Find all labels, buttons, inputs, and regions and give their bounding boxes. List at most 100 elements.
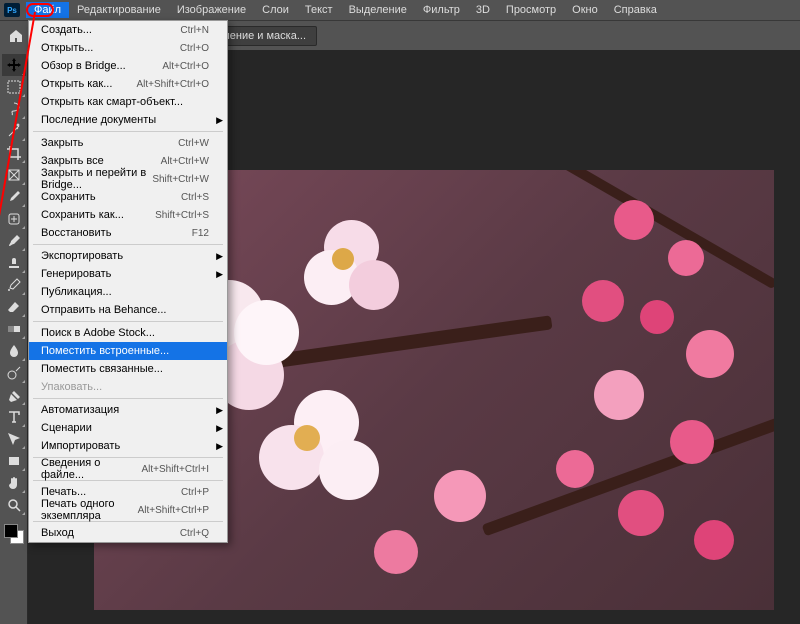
menu-окно[interactable]: Окно xyxy=(564,2,606,18)
menu-item[interactable]: Закрыть Ctrl+W xyxy=(29,134,227,152)
lasso-tool-icon[interactable] xyxy=(2,98,26,120)
menu-item-label: Генерировать xyxy=(41,268,111,280)
zoom-tool-icon[interactable] xyxy=(2,494,26,516)
menu-item[interactable]: Выход Ctrl+Q xyxy=(29,524,227,542)
menu-item-label: Сохранить как... xyxy=(41,209,124,221)
home-icon[interactable] xyxy=(8,28,24,44)
menu-просмотр[interactable]: Просмотр xyxy=(498,2,564,18)
menu-separator xyxy=(33,131,223,132)
menu-item[interactable]: Восстановить F12 xyxy=(29,224,227,242)
menu-справка[interactable]: Справка xyxy=(606,2,665,18)
menu-item-label: Восстановить xyxy=(41,227,111,239)
menu-item[interactable]: Открыть...Ctrl+O xyxy=(29,39,227,57)
marquee-tool-icon[interactable] xyxy=(2,76,26,98)
submenu-arrow-icon: ▶ xyxy=(216,423,223,434)
menu-item[interactable]: Генерировать ▶ xyxy=(29,265,227,283)
menu-слои[interactable]: Слои xyxy=(254,2,297,18)
rect-tool-icon[interactable] xyxy=(2,450,26,472)
menubar: Ps ФайлРедактированиеИзображениеСлоиТекс… xyxy=(0,0,800,20)
submenu-arrow-icon: ▶ xyxy=(216,269,223,280)
menu-item-label: Отправить на Behance... xyxy=(41,304,166,316)
menu-item-label: Экспортировать xyxy=(41,250,123,262)
menu-separator xyxy=(33,398,223,399)
menu-item[interactable]: Печать одного экземпляраAlt+Shift+Ctrl+P xyxy=(29,501,227,519)
menu-item[interactable]: Отправить на Behance... xyxy=(29,301,227,319)
dodge-tool-icon[interactable] xyxy=(2,362,26,384)
submenu-arrow-icon: ▶ xyxy=(216,441,223,452)
menu-item[interactable]: Поместить связанные... xyxy=(29,360,227,378)
menu-item-shortcut: Ctrl+P xyxy=(181,487,209,498)
menu-item[interactable]: Сохранить как... Shift+Ctrl+S xyxy=(29,206,227,224)
menu-item-shortcut: Ctrl+S xyxy=(181,192,209,203)
color-swatches[interactable] xyxy=(2,522,26,546)
menu-item[interactable]: Поиск в Adobe Stock... xyxy=(29,324,227,342)
gradient-tool-icon[interactable] xyxy=(2,318,26,340)
menu-item[interactable]: Последние документы▶ xyxy=(29,111,227,129)
menu-редактирование[interactable]: Редактирование xyxy=(69,2,169,18)
menu-item-shortcut: Alt+Shift+Ctrl+I xyxy=(141,464,209,475)
type-tool-icon[interactable] xyxy=(2,406,26,428)
blur-tool-icon[interactable] xyxy=(2,340,26,362)
menu-item-label: Сценарии xyxy=(41,422,92,434)
menu-item[interactable]: Поместить встроенные... xyxy=(29,342,227,360)
menu-item-shortcut: Shift+Ctrl+S xyxy=(155,210,209,221)
menu-item-label: Открыть как смарт-объект... xyxy=(41,96,183,108)
menu-item-label: Создать... xyxy=(41,24,92,36)
menu-item[interactable]: Экспортировать▶ xyxy=(29,247,227,265)
menu-файл[interactable]: Файл xyxy=(26,2,69,18)
menu-item: Упаковать... xyxy=(29,378,227,396)
menu-item-shortcut: Alt+Ctrl+O xyxy=(162,61,209,72)
menu-item-label: Поиск в Adobe Stock... xyxy=(41,327,155,339)
menu-item[interactable]: Открыть как смарт-объект... xyxy=(29,93,227,111)
crop-tool-icon[interactable] xyxy=(2,142,26,164)
foreground-color-swatch[interactable] xyxy=(4,524,18,538)
brush-tool-icon[interactable] xyxy=(2,230,26,252)
menu-separator xyxy=(33,321,223,322)
menu-item[interactable]: Публикация... xyxy=(29,283,227,301)
menu-item[interactable]: Закрыть и перейти в Bridge...Shift+Ctrl+… xyxy=(29,170,227,188)
menu-item[interactable]: Сценарии ▶ xyxy=(29,419,227,437)
menu-3d[interactable]: 3D xyxy=(468,2,498,18)
eyedropper-tool-icon[interactable] xyxy=(2,186,26,208)
menu-item-shortcut: Ctrl+O xyxy=(180,43,209,54)
eraser-tool-icon[interactable] xyxy=(2,296,26,318)
menu-item-label: Публикация... xyxy=(41,286,112,298)
menu-separator xyxy=(33,244,223,245)
pen-tool-icon[interactable] xyxy=(2,384,26,406)
history-tool-icon[interactable] xyxy=(2,274,26,296)
frame-tool-icon[interactable] xyxy=(2,164,26,186)
tools-panel xyxy=(0,50,28,624)
menu-item[interactable]: Автоматизация▶ xyxy=(29,401,227,419)
menu-item-shortcut: Ctrl+W xyxy=(178,138,209,149)
wand-tool-icon[interactable] xyxy=(2,120,26,142)
menu-item-shortcut: Ctrl+Q xyxy=(180,528,209,539)
menu-текст[interactable]: Текст xyxy=(297,2,341,18)
menu-item[interactable]: Импортировать ▶ xyxy=(29,437,227,455)
file-menu-dropdown: Создать...Ctrl+NОткрыть...Ctrl+OОбзор в … xyxy=(28,20,228,543)
menu-item-label: Печать одного экземпляра xyxy=(41,498,138,522)
path-tool-icon[interactable] xyxy=(2,428,26,450)
menu-item-label: Закрыть xyxy=(41,137,83,149)
menu-item-label: Сведения о файле... xyxy=(41,457,141,481)
menu-item[interactable]: СохранитьCtrl+S xyxy=(29,188,227,206)
menu-item[interactable]: Создать...Ctrl+N xyxy=(29,21,227,39)
menu-выделение[interactable]: Выделение xyxy=(341,2,415,18)
menu-item-shortcut: Alt+Shift+Ctrl+P xyxy=(138,505,209,516)
move-tool-icon[interactable] xyxy=(2,54,26,76)
stamp-tool-icon[interactable] xyxy=(2,252,26,274)
menu-item[interactable]: Открыть как...Alt+Shift+Ctrl+O xyxy=(29,75,227,93)
menu-item-shortcut: F12 xyxy=(192,228,209,239)
menu-item-label: Выход xyxy=(41,527,74,539)
menu-item[interactable]: Сведения о файле...Alt+Shift+Ctrl+I xyxy=(29,460,227,478)
menu-item[interactable]: Обзор в Bridge... Alt+Ctrl+O xyxy=(29,57,227,75)
menu-item-label: Открыть как... xyxy=(41,78,112,90)
hand-tool-icon[interactable] xyxy=(2,472,26,494)
app-logo-icon: Ps xyxy=(4,3,20,17)
menu-item-label: Последние документы xyxy=(41,114,156,126)
menu-фильтр[interactable]: Фильтр xyxy=(415,2,468,18)
menu-изображение[interactable]: Изображение xyxy=(169,2,254,18)
menu-item-label: Обзор в Bridge... xyxy=(41,60,126,72)
menu-item-label: Импортировать xyxy=(41,440,120,452)
menu-item-shortcut: Shift+Ctrl+W xyxy=(152,174,209,185)
heal-tool-icon[interactable] xyxy=(2,208,26,230)
